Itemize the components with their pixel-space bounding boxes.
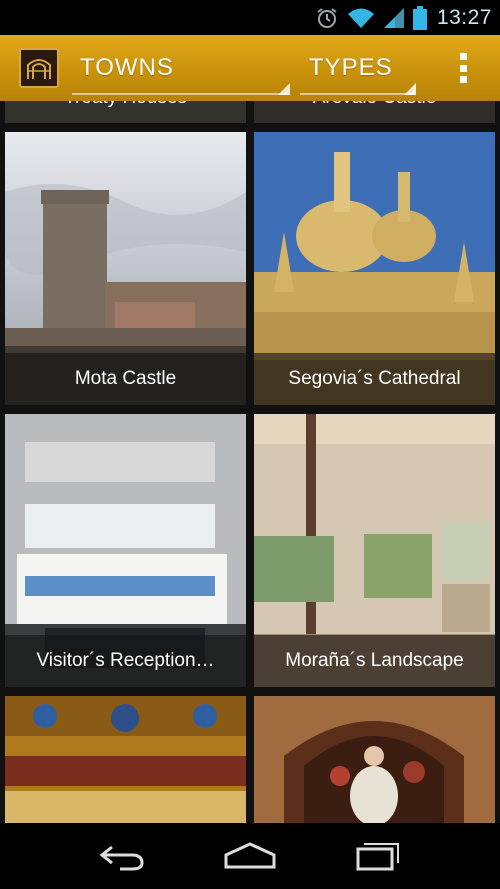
tile-caption: Treaty Houses (5, 101, 246, 123)
action-bar: TOWNS TYPES (0, 35, 500, 101)
signal-icon (383, 7, 405, 29)
app-logo-icon[interactable] (19, 48, 59, 88)
towns-spinner[interactable]: TOWNS (72, 35, 290, 101)
palace-ceiling-image (5, 696, 246, 823)
tile-caption: Arevalo Castle (254, 101, 495, 123)
back-icon[interactable] (88, 831, 158, 881)
recent-apps-icon[interactable] (342, 831, 412, 881)
tile-caption: Moraña´s Landscape (254, 635, 495, 687)
alarm-icon (315, 6, 339, 30)
grid-tile-queen-painting[interactable] (254, 696, 495, 823)
grid-tile-partial-left[interactable]: Treaty Houses (5, 101, 246, 123)
grid-tile-partial-right[interactable]: Arevalo Castle (254, 101, 495, 123)
towns-spinner-label: TOWNS (80, 54, 174, 81)
grid-tile-segovia-cathedral[interactable]: Segovia´s Cathedral (254, 132, 495, 405)
types-spinner-label: TYPES (309, 54, 393, 81)
tile-caption: Visitor´s Reception… (5, 635, 246, 687)
home-icon[interactable] (215, 831, 285, 881)
places-grid[interactable]: Treaty Houses Arevalo Castle Mota Castle (0, 101, 500, 823)
navigation-bar (0, 823, 500, 889)
grid-tile-visitor-reception[interactable]: Visitor´s Reception… (5, 414, 246, 687)
overflow-menu-icon[interactable] (460, 53, 470, 83)
towns-spinner-underline (72, 93, 290, 95)
status-bar: 13:27 (0, 0, 500, 35)
types-spinner-underline (300, 93, 416, 95)
tile-caption: Segovia´s Cathedral (254, 353, 495, 405)
clock: 13:27 (436, 5, 492, 29)
grid-tile-mota-castle[interactable]: Mota Castle (5, 132, 246, 405)
towns-spinner-dropdown-icon (278, 83, 290, 95)
grid-tile-morana-landscape[interactable]: Moraña´s Landscape (254, 414, 495, 687)
wifi-icon (347, 7, 375, 29)
tile-caption: Mota Castle (5, 353, 246, 405)
grid-tile-palace-ceiling[interactable] (5, 696, 246, 823)
types-spinner-dropdown-icon (404, 83, 416, 95)
battery-icon (412, 5, 427, 30)
types-spinner[interactable]: TYPES (300, 35, 416, 101)
queen-painting-image (254, 696, 495, 823)
